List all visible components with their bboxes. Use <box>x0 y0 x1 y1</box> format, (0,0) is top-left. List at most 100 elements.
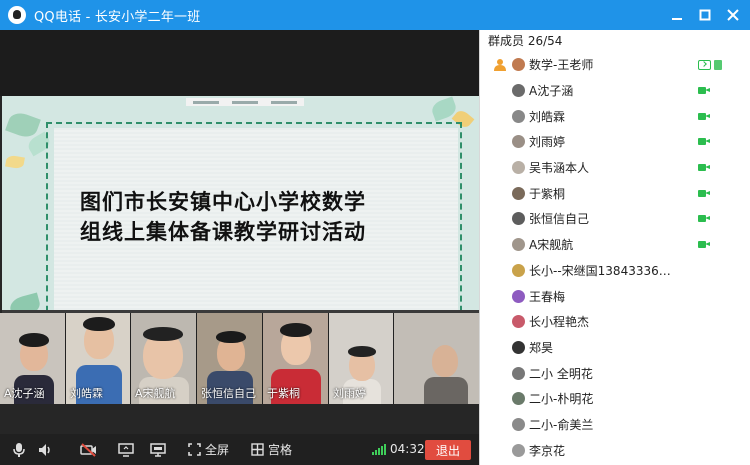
avatar <box>512 212 525 226</box>
network-signal-icon <box>372 444 386 455</box>
member-row[interactable]: 刘雨婷 <box>480 129 750 155</box>
slide-title-line-1: 图们市长安镇中心小学校数学 <box>80 190 366 214</box>
member-name: 长小--宋继国13843336… <box>529 263 671 278</box>
camera-on-icon <box>698 214 710 223</box>
avatar <box>512 366 525 380</box>
call-duration: 04:32 <box>390 442 425 456</box>
maximize-icon[interactable] <box>694 4 716 26</box>
member-row[interactable]: 吴韦涵本人 <box>480 155 750 181</box>
member-row[interactable]: A沈子涵 <box>480 78 750 104</box>
member-name: 数学-王老师 <box>529 58 594 73</box>
presentation-slide: 图们市长安镇中心小学校数学 组线上集体备课教学研讨活动 <box>2 96 479 340</box>
speaker-icon <box>39 443 50 456</box>
video-tile[interactable] <box>394 313 479 404</box>
share-screen-icon <box>118 442 134 457</box>
host-user-icon <box>493 58 507 72</box>
avatar <box>512 340 525 354</box>
title-bar: QQ电话 - 长安小学二年一班 <box>0 0 750 30</box>
member-name: A宋舰航 <box>529 238 574 253</box>
member-count-header: 群成员 26/54 <box>488 34 563 48</box>
member-name: 于紫桐 <box>529 186 566 201</box>
avatar <box>512 186 525 200</box>
video-tile[interactable]: A宋舰航 <box>131 313 197 404</box>
member-name: 李京花 <box>529 443 566 458</box>
video-strip: A沈子涵 刘皓霖 A宋舰航 张恒信自己 于紫桐 刘雨婷 <box>0 313 479 404</box>
member-row[interactable]: 二小-朴明花 <box>480 386 750 412</box>
presentation-icon <box>150 442 166 457</box>
avatar <box>512 58 525 72</box>
fullscreen-button[interactable]: 全屏 <box>188 434 229 465</box>
exit-button[interactable]: 退出 <box>425 440 471 460</box>
avatar <box>512 315 525 329</box>
video-tile[interactable]: 张恒信自己 <box>197 313 263 404</box>
microphone-icon <box>13 442 25 457</box>
grid-view-button[interactable]: 宫格 <box>251 434 292 465</box>
person-hair <box>280 323 312 337</box>
camera-on-icon <box>698 86 710 95</box>
member-name: 王春梅 <box>529 289 566 304</box>
video-tile-name: A宋舰航 <box>135 387 176 400</box>
member-row[interactable]: 长小--宋继国13843336… <box>480 258 750 284</box>
member-row[interactable]: A宋舰航 <box>480 232 750 258</box>
member-row[interactable]: 于紫桐 <box>480 180 750 206</box>
member-row[interactable]: 数学-王老师 <box>480 52 750 78</box>
member-row[interactable]: 刘皓霖 <box>480 103 750 129</box>
window-title: QQ电话 - 长安小学二年一班 <box>34 9 201 25</box>
minimize-icon[interactable] <box>666 4 688 26</box>
person-body <box>424 377 468 404</box>
screen-share-icon <box>698 60 711 70</box>
share-screen-button[interactable] <box>118 434 134 465</box>
grid-icon <box>251 443 264 456</box>
member-name: 郑昊 <box>529 340 554 355</box>
video-tile[interactable]: 刘皓霖 <box>66 313 131 404</box>
camera-off-icon <box>80 442 96 457</box>
avatar <box>512 263 525 277</box>
member-panel: 群成员 26/54 数学-王老师 A沈子涵刘皓霖刘雨婷吴韦涵本人于紫桐张恒信自己 A… <box>479 30 750 465</box>
video-tile[interactable]: A沈子涵 <box>0 313 66 404</box>
microphone-button[interactable] <box>12 434 26 465</box>
stage-top-background <box>0 30 479 96</box>
member-name: 刘皓霖 <box>529 109 566 124</box>
camera-on-icon <box>698 163 710 172</box>
slide-title-line-2: 组线上集体备课教学研讨活动 <box>80 220 366 244</box>
avatar <box>512 84 525 98</box>
avatar <box>512 238 525 252</box>
member-name: 二小 全明花 <box>529 366 593 381</box>
person-face <box>432 345 458 377</box>
person-hair <box>348 346 376 357</box>
member-row[interactable]: 长小程艳杰 <box>480 309 750 335</box>
close-icon[interactable] <box>722 4 744 26</box>
member-row[interactable]: 张恒信自己 <box>480 206 750 232</box>
avatar <box>512 443 525 457</box>
member-row[interactable]: 郑昊 <box>480 335 750 361</box>
member-list: 数学-王老师 A沈子涵刘皓霖刘雨婷吴韦涵本人于紫桐张恒信自己 A宋舰航长小--宋继国… <box>480 52 750 463</box>
avatar <box>512 109 525 123</box>
phone-icon <box>714 60 722 70</box>
present-button[interactable] <box>150 434 166 465</box>
member-name: 二小-俞美兰 <box>529 417 594 432</box>
camera-on-icon <box>698 240 710 249</box>
fullscreen-icon <box>188 443 201 456</box>
person-hair <box>19 333 49 347</box>
avatar <box>512 289 525 303</box>
slide-thumbnail-strip <box>186 98 304 106</box>
speaker-button[interactable] <box>38 434 54 465</box>
video-tile-name: 张恒信自己 <box>201 387 256 400</box>
avatar <box>512 135 525 149</box>
camera-on-icon <box>698 137 710 146</box>
member-name: 刘雨婷 <box>529 135 566 150</box>
member-row[interactable]: 王春梅 <box>480 283 750 309</box>
member-row[interactable]: 李京花 <box>480 437 750 463</box>
leaf-decoration <box>5 154 25 170</box>
member-name: 长小程艳杰 <box>529 315 590 330</box>
qq-logo-icon <box>8 6 26 24</box>
video-tile[interactable]: 于紫桐 <box>263 313 329 404</box>
member-name: A沈子涵 <box>529 84 574 99</box>
camera-off-button[interactable] <box>80 434 98 465</box>
member-row[interactable]: 二小-俞美兰 <box>480 412 750 438</box>
person-hair <box>143 327 183 341</box>
video-tile[interactable]: 刘雨婷 <box>329 313 394 404</box>
person-hair <box>83 317 115 331</box>
member-row[interactable]: 二小 全明花 <box>480 360 750 386</box>
video-tile-name: A沈子涵 <box>4 387 45 400</box>
